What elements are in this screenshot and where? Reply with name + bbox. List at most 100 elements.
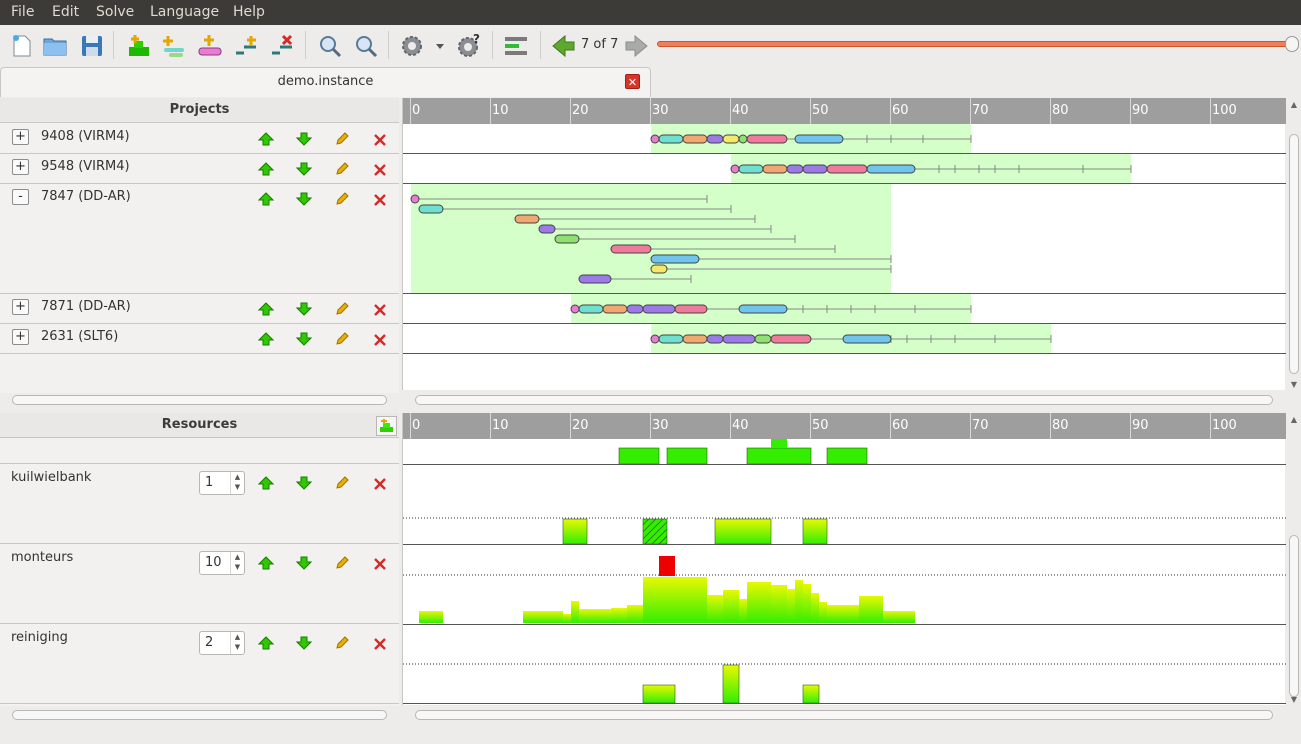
usage-step [859,596,883,623]
capacity-spinner[interactable]: 10 ▲ ▼ [199,551,245,575]
tick-label: 0 [412,418,421,433]
move-down-icon[interactable] [296,132,312,146]
edit-icon[interactable] [334,476,350,490]
help-settings-icon[interactable]: ? [456,33,482,59]
slider-handle[interactable] [1285,36,1299,52]
resource-label: reiniging [11,630,68,645]
row-divider [403,703,1286,704]
expand-button[interactable]: + [12,159,29,175]
move-down-icon[interactable] [296,556,312,570]
expand-button[interactable]: + [12,299,29,315]
row-divider [403,183,1286,184]
usage-bar [642,684,676,704]
add-resource-small-icon[interactable] [376,416,397,436]
menu-file[interactable]: File [11,4,34,20]
move-down-icon[interactable] [296,636,312,650]
expand-button[interactable]: + [12,129,29,145]
move-up-icon[interactable] [258,132,274,146]
delete-icon[interactable] [372,162,388,176]
project-label: 7847 (DD-AR) [41,189,131,204]
next-icon[interactable] [624,33,650,59]
usage-step [563,614,571,623]
resource-usage-chart[interactable]: 0 10 20 30 40 50 60 70 80 90 100 [402,413,1286,705]
edit-icon[interactable] [334,636,350,650]
move-down-icon[interactable] [296,162,312,176]
projects-chart-hscrollbar[interactable] [403,393,1286,407]
move-down-icon[interactable] [296,302,312,316]
prev-icon[interactable] [550,33,576,59]
close-icon[interactable]: ✕ [625,74,640,89]
task-bar [786,164,804,174]
menu-solve[interactable]: Solve [96,4,134,20]
task-bar [746,134,788,144]
usage-step [883,611,915,623]
menu-edit[interactable]: Edit [52,4,79,20]
edit-icon[interactable] [334,162,350,176]
ruler-tick [410,98,411,124]
move-up-icon[interactable] [258,556,274,570]
usage-bar [746,447,812,465]
overload-bar [659,556,675,576]
dropdown-icon[interactable] [433,33,447,59]
delete-icon[interactable] [372,556,388,570]
usage-bar [722,664,740,704]
edit-icon[interactable] [334,132,350,146]
menu-help[interactable]: Help [233,4,265,20]
move-up-icon[interactable] [258,636,274,650]
edit-icon[interactable] [334,192,350,206]
add-resource-icon[interactable] [126,33,152,59]
add-task-icon[interactable] [197,33,223,59]
collapse-button[interactable]: - [12,189,29,205]
projects-vscrollbar[interactable]: ▲ ▼ [1287,98,1301,392]
tick-label: 90 [1132,103,1149,118]
iteration-slider[interactable] [657,41,1293,47]
zoom-out-icon[interactable] [353,33,379,59]
settings-icon[interactable] [399,33,425,59]
task-bar [602,304,628,314]
resources-chart-hscrollbar[interactable] [403,708,1286,722]
edit-icon[interactable] [334,332,350,346]
layout-icon[interactable] [503,33,529,59]
remove-link-icon[interactable] [269,33,295,59]
move-down-icon[interactable] [296,332,312,346]
new-file-icon[interactable] [9,33,35,59]
project-label: 7871 (DD-AR) [41,299,131,314]
ruler-tick [1210,413,1211,439]
menu-language[interactable]: Language [150,4,219,20]
zoom-in-icon[interactable] [317,33,343,59]
delete-icon[interactable] [372,192,388,206]
capacity-spinner[interactable]: 1 ▲ ▼ [199,471,245,495]
move-down-icon[interactable] [296,476,312,490]
projects-left-hscrollbar[interactable] [0,393,399,407]
capacity-spinner[interactable]: 2 ▲ ▼ [199,631,245,655]
task-bar [738,134,748,144]
move-down-icon[interactable] [296,192,312,206]
edit-icon[interactable] [334,556,350,570]
edit-icon[interactable] [334,302,350,316]
add-link-icon[interactable] [233,33,259,59]
move-up-icon[interactable] [258,192,274,206]
resources-left-hscrollbar[interactable] [0,708,399,722]
delete-icon[interactable] [372,132,388,146]
move-up-icon[interactable] [258,302,274,316]
task-bar [794,134,844,144]
expand-button[interactable]: + [12,329,29,345]
delete-icon[interactable] [372,302,388,316]
delete-icon[interactable] [372,332,388,346]
add-project-icon[interactable] [161,33,187,59]
menu-bar: File Edit Solve Language Help [0,0,1301,25]
project-gantt[interactable]: 0 10 20 30 40 50 60 70 80 90 100 [402,98,1286,390]
open-folder-icon[interactable] [42,33,68,59]
ruler-tick [730,413,731,439]
delete-icon[interactable] [372,476,388,490]
tab-demo-instance[interactable]: demo.instance [0,67,651,97]
move-up-icon[interactable] [258,162,274,176]
save-icon[interactable] [79,33,105,59]
move-up-icon[interactable] [258,332,274,346]
move-up-icon[interactable] [258,476,274,490]
delete-icon[interactable] [372,636,388,650]
usage-step [803,584,811,623]
resources-header: Resources [0,413,399,438]
resources-vscrollbar[interactable]: ▲ ▼ [1287,413,1301,707]
ruler-tick [1050,98,1051,124]
